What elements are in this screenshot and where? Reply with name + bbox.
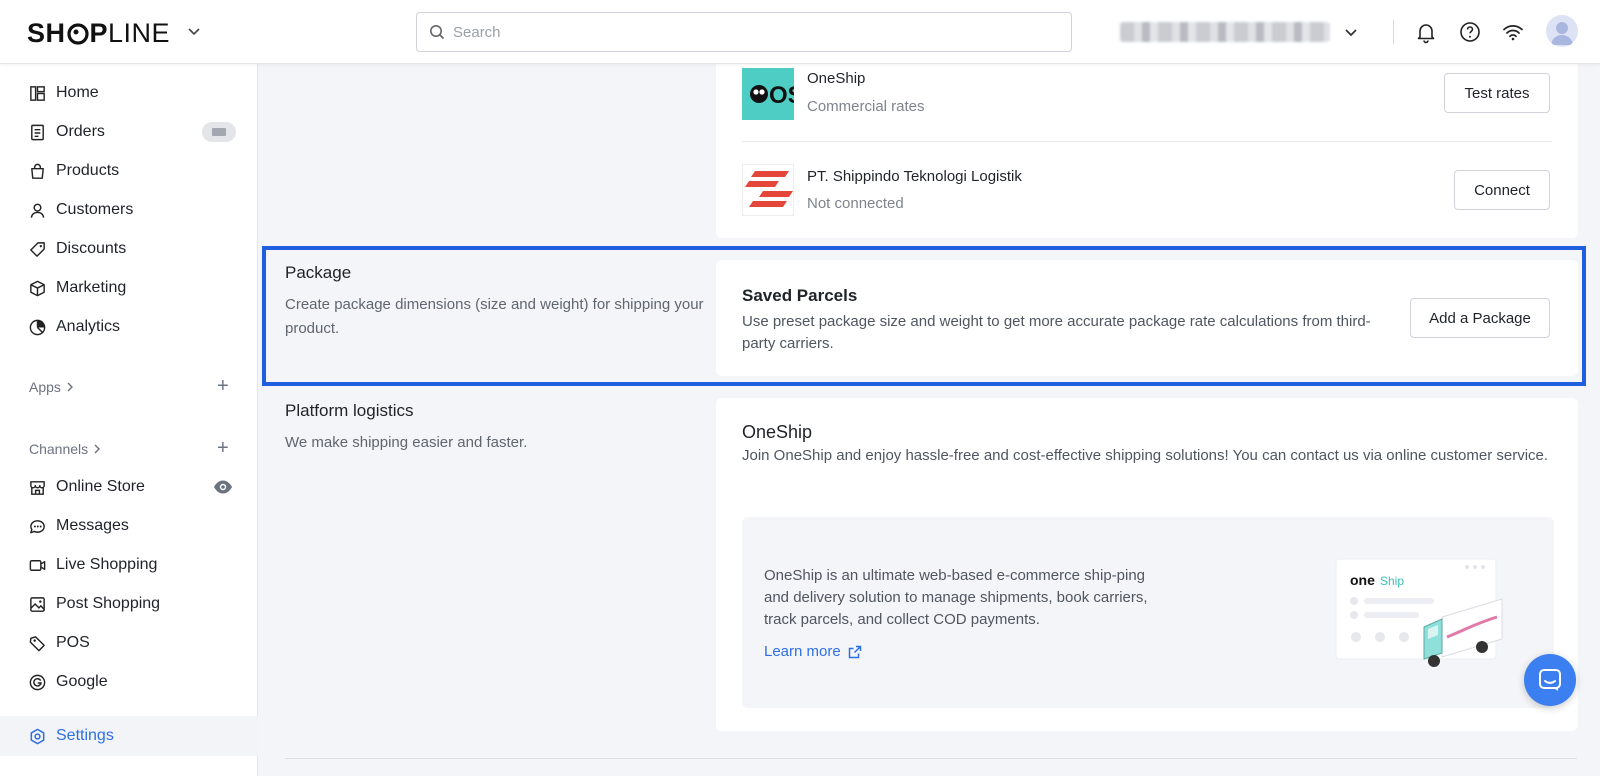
test-rates-button[interactable]: Test rates <box>1444 73 1550 113</box>
sidebar-item-label: Messages <box>56 517 129 534</box>
promo-text: OneShip is an ultimate web-based e-comme… <box>764 567 1148 628</box>
chat-icon <box>1539 669 1561 691</box>
svg-text:Ship: Ship <box>1380 574 1404 588</box>
channels-section-header[interactable]: Channels <box>29 441 103 457</box>
sidebar-item-post-shopping[interactable]: Post Shopping <box>0 584 258 624</box>
sidebar-item-label: Analytics <box>56 318 121 335</box>
user-avatar-icon <box>1551 22 1573 45</box>
home-icon <box>29 85 45 101</box>
sidebar-item-settings[interactable]: Settings <box>0 716 258 756</box>
sidebar-item-label: Online Store <box>56 478 145 495</box>
wifi-icon[interactable] <box>1501 20 1525 44</box>
online-store-icon <box>29 480 45 495</box>
sidebar-item-pos[interactable]: POS <box>0 623 258 663</box>
help-icon[interactable] <box>1458 20 1482 44</box>
sidebar-item-customers[interactable]: Customers <box>0 190 258 230</box>
package-section-description: Create package dimensions (size and weig… <box>285 296 704 337</box>
sidebar-item-messages[interactable]: Messages <box>0 506 258 546</box>
shippindo-logo <box>742 164 794 216</box>
top-bar: SH P LINE <box>0 0 1600 64</box>
sidebar-item-marketing[interactable]: Marketing <box>0 268 258 308</box>
apps-section-header[interactable]: Apps <box>29 379 76 395</box>
chevron-right-icon <box>94 444 101 454</box>
sidebar-item-products[interactable]: Products <box>0 151 258 191</box>
sidebar-item-orders[interactable]: Orders <box>0 112 258 152</box>
logo-o-icon <box>66 22 89 45</box>
saved-parcels-title: Saved Parcels <box>742 286 858 305</box>
add-package-button[interactable]: Add a Package <box>1410 298 1550 338</box>
oneship-logo: OS <box>742 68 804 120</box>
store-name-blurred[interactable] <box>1120 22 1330 42</box>
saved-parcels-card: Saved Parcels Use preset package size an… <box>716 260 1578 376</box>
discounts-icon <box>29 241 45 257</box>
carrier-status: Not connected <box>807 195 904 212</box>
chevron-right-icon <box>67 382 73 392</box>
chevron-down-icon[interactable] <box>1342 23 1360 41</box>
carriers-card: OS OneShip Commercial rates Test rates P… <box>716 58 1578 238</box>
marketing-icon <box>29 280 45 296</box>
live-shopping-icon <box>29 559 45 571</box>
analytics-icon <box>29 319 45 335</box>
sidebar-item-label: POS <box>56 634 90 651</box>
google-icon <box>29 674 45 690</box>
chevron-down-icon[interactable] <box>186 23 202 39</box>
add-channel-button[interactable]: + <box>217 438 229 458</box>
sidebar-item-live-shopping[interactable]: Live Shopping <box>0 545 258 585</box>
divider <box>1393 20 1394 44</box>
search-bar[interactable] <box>416 12 1072 52</box>
carrier-status: Commercial rates <box>807 98 925 115</box>
messages-icon <box>29 519 45 533</box>
post-shopping-icon <box>29 596 45 612</box>
platform-logistics-description: We make shipping easier and faster. <box>285 434 528 451</box>
sidebar-item-online-store[interactable]: Online Store <box>0 467 258 507</box>
orders-icon <box>30 124 44 140</box>
oneship-illustration: one Ship <box>1335 558 1503 667</box>
bell-icon[interactable] <box>1414 20 1438 44</box>
avatar[interactable] <box>1546 15 1578 47</box>
sidebar-item-label: Customers <box>56 201 134 218</box>
sidebar-item-label: Live Shopping <box>56 556 158 573</box>
settings-gear-icon <box>30 728 44 744</box>
add-app-button[interactable]: + <box>217 376 229 396</box>
carrier-name: OneShip <box>807 70 866 87</box>
package-section-title: Package <box>285 263 352 282</box>
svg-text:one: one <box>1350 572 1375 588</box>
sidebar-item-label: Products <box>56 162 120 179</box>
svg-text:OS: OS <box>769 82 794 109</box>
shopline-logo[interactable]: SH P LINE <box>27 18 170 49</box>
sidebar-item-label: Google <box>56 673 108 690</box>
connect-button[interactable]: Connect <box>1454 170 1550 210</box>
sidebar-item-label: Post Shopping <box>56 595 161 612</box>
platform-logistics-title: Platform logistics <box>285 401 414 420</box>
products-icon <box>30 163 44 179</box>
eye-icon[interactable] <box>213 478 233 496</box>
sidebar-item-discounts[interactable]: Discounts <box>0 229 258 269</box>
sidebar-item-home[interactable]: Home <box>0 73 258 113</box>
oneship-card-title: OneShip <box>742 422 813 442</box>
search-input[interactable] <box>453 23 1013 41</box>
oneship-promo-banner: OneShip is an ultimate web-based e-comme… <box>742 517 1554 708</box>
sidebar-item-label: Discounts <box>56 240 127 257</box>
orders-count-badge <box>202 122 236 142</box>
learn-more-link[interactable]: Learn more <box>764 643 863 660</box>
oneship-card-description: Join OneShip and enjoy hassle-free and c… <box>742 447 1549 464</box>
sidebar-item-label: Marketing <box>56 279 127 296</box>
search-icon <box>430 25 445 40</box>
sidebar-item-analytics[interactable]: Analytics <box>0 307 258 347</box>
customers-icon <box>30 203 44 218</box>
sidebar-item-google[interactable]: Google <box>0 662 258 702</box>
sidebar-item-label: Settings <box>56 727 114 744</box>
chat-support-button[interactable] <box>1524 654 1576 706</box>
sidebar: Home Orders Products Customers Discounts… <box>0 64 258 776</box>
external-link-icon <box>848 645 861 658</box>
divider <box>742 141 1552 142</box>
divider <box>285 758 1577 759</box>
carrier-name: PT. Shippindo Teknologi Logistik <box>807 168 1022 185</box>
saved-parcels-description: Use preset package size and weight to ge… <box>742 313 1371 352</box>
pos-icon <box>29 635 45 651</box>
sidebar-item-label: Orders <box>56 123 105 140</box>
sidebar-item-label: Home <box>56 84 99 101</box>
